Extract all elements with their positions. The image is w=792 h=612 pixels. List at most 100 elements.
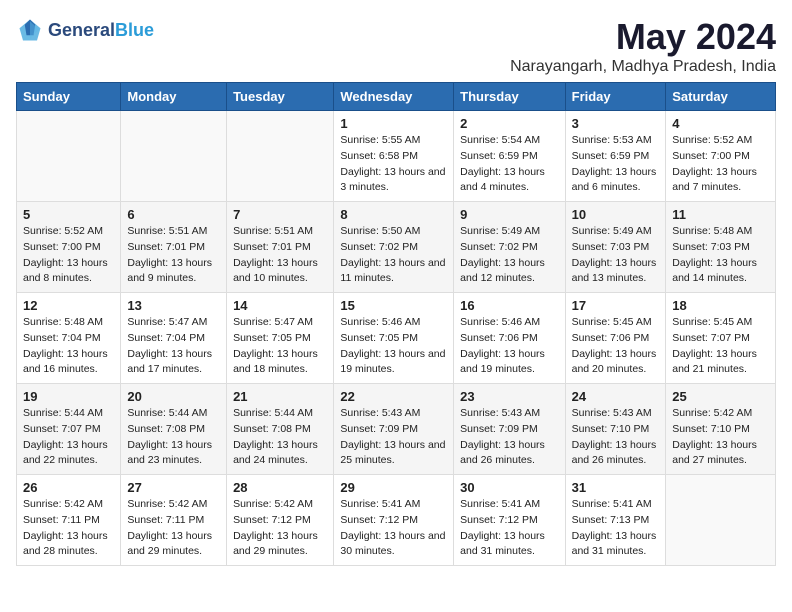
day-number: 12 [23, 298, 114, 313]
day-number: 3 [572, 116, 660, 131]
day-number: 13 [127, 298, 220, 313]
calendar-cell: 30Sunrise: 5:41 AM Sunset: 7:12 PM Dayli… [454, 475, 565, 566]
cell-sun-info: Sunrise: 5:50 AM Sunset: 7:02 PM Dayligh… [340, 224, 447, 287]
cell-sun-info: Sunrise: 5:42 AM Sunset: 7:10 PM Dayligh… [672, 406, 769, 469]
calendar-cell: 3 Sunrise: 5:53 AM Sunset: 6:59 PM Daylig… [565, 111, 666, 202]
day-number: 11 [672, 207, 769, 222]
calendar-cell: 7Sunrise: 5:51 AM Sunset: 7:01 PM Daylig… [227, 202, 334, 293]
cell-sun-info: Sunrise: 5:44 AM Sunset: 7:08 PM Dayligh… [127, 406, 220, 469]
cell-sun-info: Sunrise: 5:51 AM Sunset: 7:01 PM Dayligh… [127, 224, 220, 287]
day-number: 1 [340, 116, 447, 131]
day-number: 27 [127, 480, 220, 495]
calendar-cell [121, 111, 227, 202]
calendar-week-row: 26 Sunrise: 5:42 AM Sunset: 7:11 PM Dayli… [17, 475, 776, 566]
calendar-cell: 1 Sunrise: 5:55 AM Sunset: 6:58 PM Daylig… [334, 111, 454, 202]
day-number: 8 [340, 207, 447, 222]
cell-sun-info: Sunrise: 5:46 AM Sunset: 7:05 PM Dayligh… [340, 315, 447, 378]
logo-text: GeneralBlue [48, 20, 154, 41]
logo-icon [16, 16, 44, 44]
calendar-cell: 2 Sunrise: 5:54 AM Sunset: 6:59 PM Daylig… [454, 111, 565, 202]
cell-sun-info: Sunrise: 5:53 AM Sunset: 6:59 PM Dayligh… [572, 133, 660, 196]
cell-sun-info: Sunrise: 5:41 AM Sunset: 7:12 PM Dayligh… [340, 497, 447, 560]
calendar-cell: 11 Sunrise: 5:48 AM Sunset: 7:03 PM Dayli… [666, 202, 776, 293]
cell-sun-info: Sunrise: 5:54 AM Sunset: 6:59 PM Dayligh… [460, 133, 558, 196]
day-number: 9 [460, 207, 558, 222]
cell-sun-info: Sunrise: 5:44 AM Sunset: 7:07 PM Dayligh… [23, 406, 114, 469]
day-number: 18 [672, 298, 769, 313]
cell-sun-info: Sunrise: 5:47 AM Sunset: 7:04 PM Dayligh… [127, 315, 220, 378]
calendar-cell [17, 111, 121, 202]
calendar-cell: 23 Sunrise: 5:43 AM Sunset: 7:09 PM Dayli… [454, 384, 565, 475]
month-year-title: May 2024 [510, 16, 776, 58]
day-number: 20 [127, 389, 220, 404]
day-number: 24 [572, 389, 660, 404]
day-number: 30 [460, 480, 558, 495]
day-number: 17 [572, 298, 660, 313]
cell-sun-info: Sunrise: 5:48 AM Sunset: 7:04 PM Dayligh… [23, 315, 114, 378]
weekday-header-thursday: Thursday [454, 83, 565, 111]
cell-sun-info: Sunrise: 5:45 AM Sunset: 7:07 PM Dayligh… [672, 315, 769, 378]
day-number: 6 [127, 207, 220, 222]
calendar-cell: 19Sunrise: 5:44 AM Sunset: 7:07 PM Dayli… [17, 384, 121, 475]
location-subtitle: Narayangarh, Madhya Pradesh, India [510, 58, 776, 76]
calendar-week-row: 12 Sunrise: 5:48 AM Sunset: 7:04 PM Dayli… [17, 293, 776, 384]
cell-sun-info: Sunrise: 5:55 AM Sunset: 6:58 PM Dayligh… [340, 133, 447, 196]
calendar-cell: 6 Sunrise: 5:51 AM Sunset: 7:01 PM Daylig… [121, 202, 227, 293]
weekday-header-tuesday: Tuesday [227, 83, 334, 111]
day-number: 28 [233, 480, 327, 495]
calendar-week-row: 19Sunrise: 5:44 AM Sunset: 7:07 PM Dayli… [17, 384, 776, 475]
calendar-cell [666, 475, 776, 566]
calendar-cell: 27 Sunrise: 5:42 AM Sunset: 7:11 PM Dayli… [121, 475, 227, 566]
calendar-cell: 8 Sunrise: 5:50 AM Sunset: 7:02 PM Daylig… [334, 202, 454, 293]
calendar-week-row: 5Sunrise: 5:52 AM Sunset: 7:00 PM Daylig… [17, 202, 776, 293]
cell-sun-info: Sunrise: 5:49 AM Sunset: 7:02 PM Dayligh… [460, 224, 558, 287]
calendar-cell: 16Sunrise: 5:46 AM Sunset: 7:06 PM Dayli… [454, 293, 565, 384]
day-number: 10 [572, 207, 660, 222]
weekday-header-friday: Friday [565, 83, 666, 111]
cell-sun-info: Sunrise: 5:43 AM Sunset: 7:09 PM Dayligh… [460, 406, 558, 469]
logo: GeneralBlue [16, 16, 154, 44]
weekday-header-wednesday: Wednesday [334, 83, 454, 111]
cell-sun-info: Sunrise: 5:47 AM Sunset: 7:05 PM Dayligh… [233, 315, 327, 378]
calendar-table: SundayMondayTuesdayWednesdayThursdayFrid… [16, 82, 776, 566]
day-number: 23 [460, 389, 558, 404]
cell-sun-info: Sunrise: 5:43 AM Sunset: 7:09 PM Dayligh… [340, 406, 447, 469]
day-number: 31 [572, 480, 660, 495]
logo-blue: Blue [115, 20, 154, 40]
calendar-cell: 31 Sunrise: 5:41 AM Sunset: 7:13 PM Dayli… [565, 475, 666, 566]
cell-sun-info: Sunrise: 5:42 AM Sunset: 7:11 PM Dayligh… [127, 497, 220, 560]
day-number: 4 [672, 116, 769, 131]
calendar-cell: 21 Sunrise: 5:44 AM Sunset: 7:08 PM Dayli… [227, 384, 334, 475]
cell-sun-info: Sunrise: 5:49 AM Sunset: 7:03 PM Dayligh… [572, 224, 660, 287]
calendar-cell: 5Sunrise: 5:52 AM Sunset: 7:00 PM Daylig… [17, 202, 121, 293]
cell-sun-info: Sunrise: 5:42 AM Sunset: 7:11 PM Dayligh… [23, 497, 114, 560]
calendar-cell: 10 Sunrise: 5:49 AM Sunset: 7:03 PM Dayli… [565, 202, 666, 293]
calendar-cell: 29Sunrise: 5:41 AM Sunset: 7:12 PM Dayli… [334, 475, 454, 566]
calendar-cell: 24 Sunrise: 5:43 AM Sunset: 7:10 PM Dayli… [565, 384, 666, 475]
cell-sun-info: Sunrise: 5:52 AM Sunset: 7:00 PM Dayligh… [672, 133, 769, 196]
weekday-header-monday: Monday [121, 83, 227, 111]
calendar-week-row: 1 Sunrise: 5:55 AM Sunset: 6:58 PM Daylig… [17, 111, 776, 202]
cell-sun-info: Sunrise: 5:45 AM Sunset: 7:06 PM Dayligh… [572, 315, 660, 378]
day-number: 2 [460, 116, 558, 131]
title-area: May 2024 Narayangarh, Madhya Pradesh, In… [510, 16, 776, 76]
cell-sun-info: Sunrise: 5:48 AM Sunset: 7:03 PM Dayligh… [672, 224, 769, 287]
calendar-cell: 4 Sunrise: 5:52 AM Sunset: 7:00 PM Daylig… [666, 111, 776, 202]
cell-sun-info: Sunrise: 5:41 AM Sunset: 7:13 PM Dayligh… [572, 497, 660, 560]
day-number: 22 [340, 389, 447, 404]
calendar-cell: 22 Sunrise: 5:43 AM Sunset: 7:09 PM Dayli… [334, 384, 454, 475]
calendar-cell [227, 111, 334, 202]
day-number: 7 [233, 207, 327, 222]
calendar-cell: 12 Sunrise: 5:48 AM Sunset: 7:04 PM Dayli… [17, 293, 121, 384]
weekday-header-sunday: Sunday [17, 83, 121, 111]
calendar-cell: 18 Sunrise: 5:45 AM Sunset: 7:07 PM Dayli… [666, 293, 776, 384]
day-number: 21 [233, 389, 327, 404]
weekday-header-saturday: Saturday [666, 83, 776, 111]
cell-sun-info: Sunrise: 5:43 AM Sunset: 7:10 PM Dayligh… [572, 406, 660, 469]
cell-sun-info: Sunrise: 5:42 AM Sunset: 7:12 PM Dayligh… [233, 497, 327, 560]
calendar-cell: 26 Sunrise: 5:42 AM Sunset: 7:11 PM Dayli… [17, 475, 121, 566]
cell-sun-info: Sunrise: 5:46 AM Sunset: 7:06 PM Dayligh… [460, 315, 558, 378]
page-header: GeneralBlue May 2024 Narayangarh, Madhya… [16, 16, 776, 76]
day-number: 26 [23, 480, 114, 495]
cell-sun-info: Sunrise: 5:44 AM Sunset: 7:08 PM Dayligh… [233, 406, 327, 469]
